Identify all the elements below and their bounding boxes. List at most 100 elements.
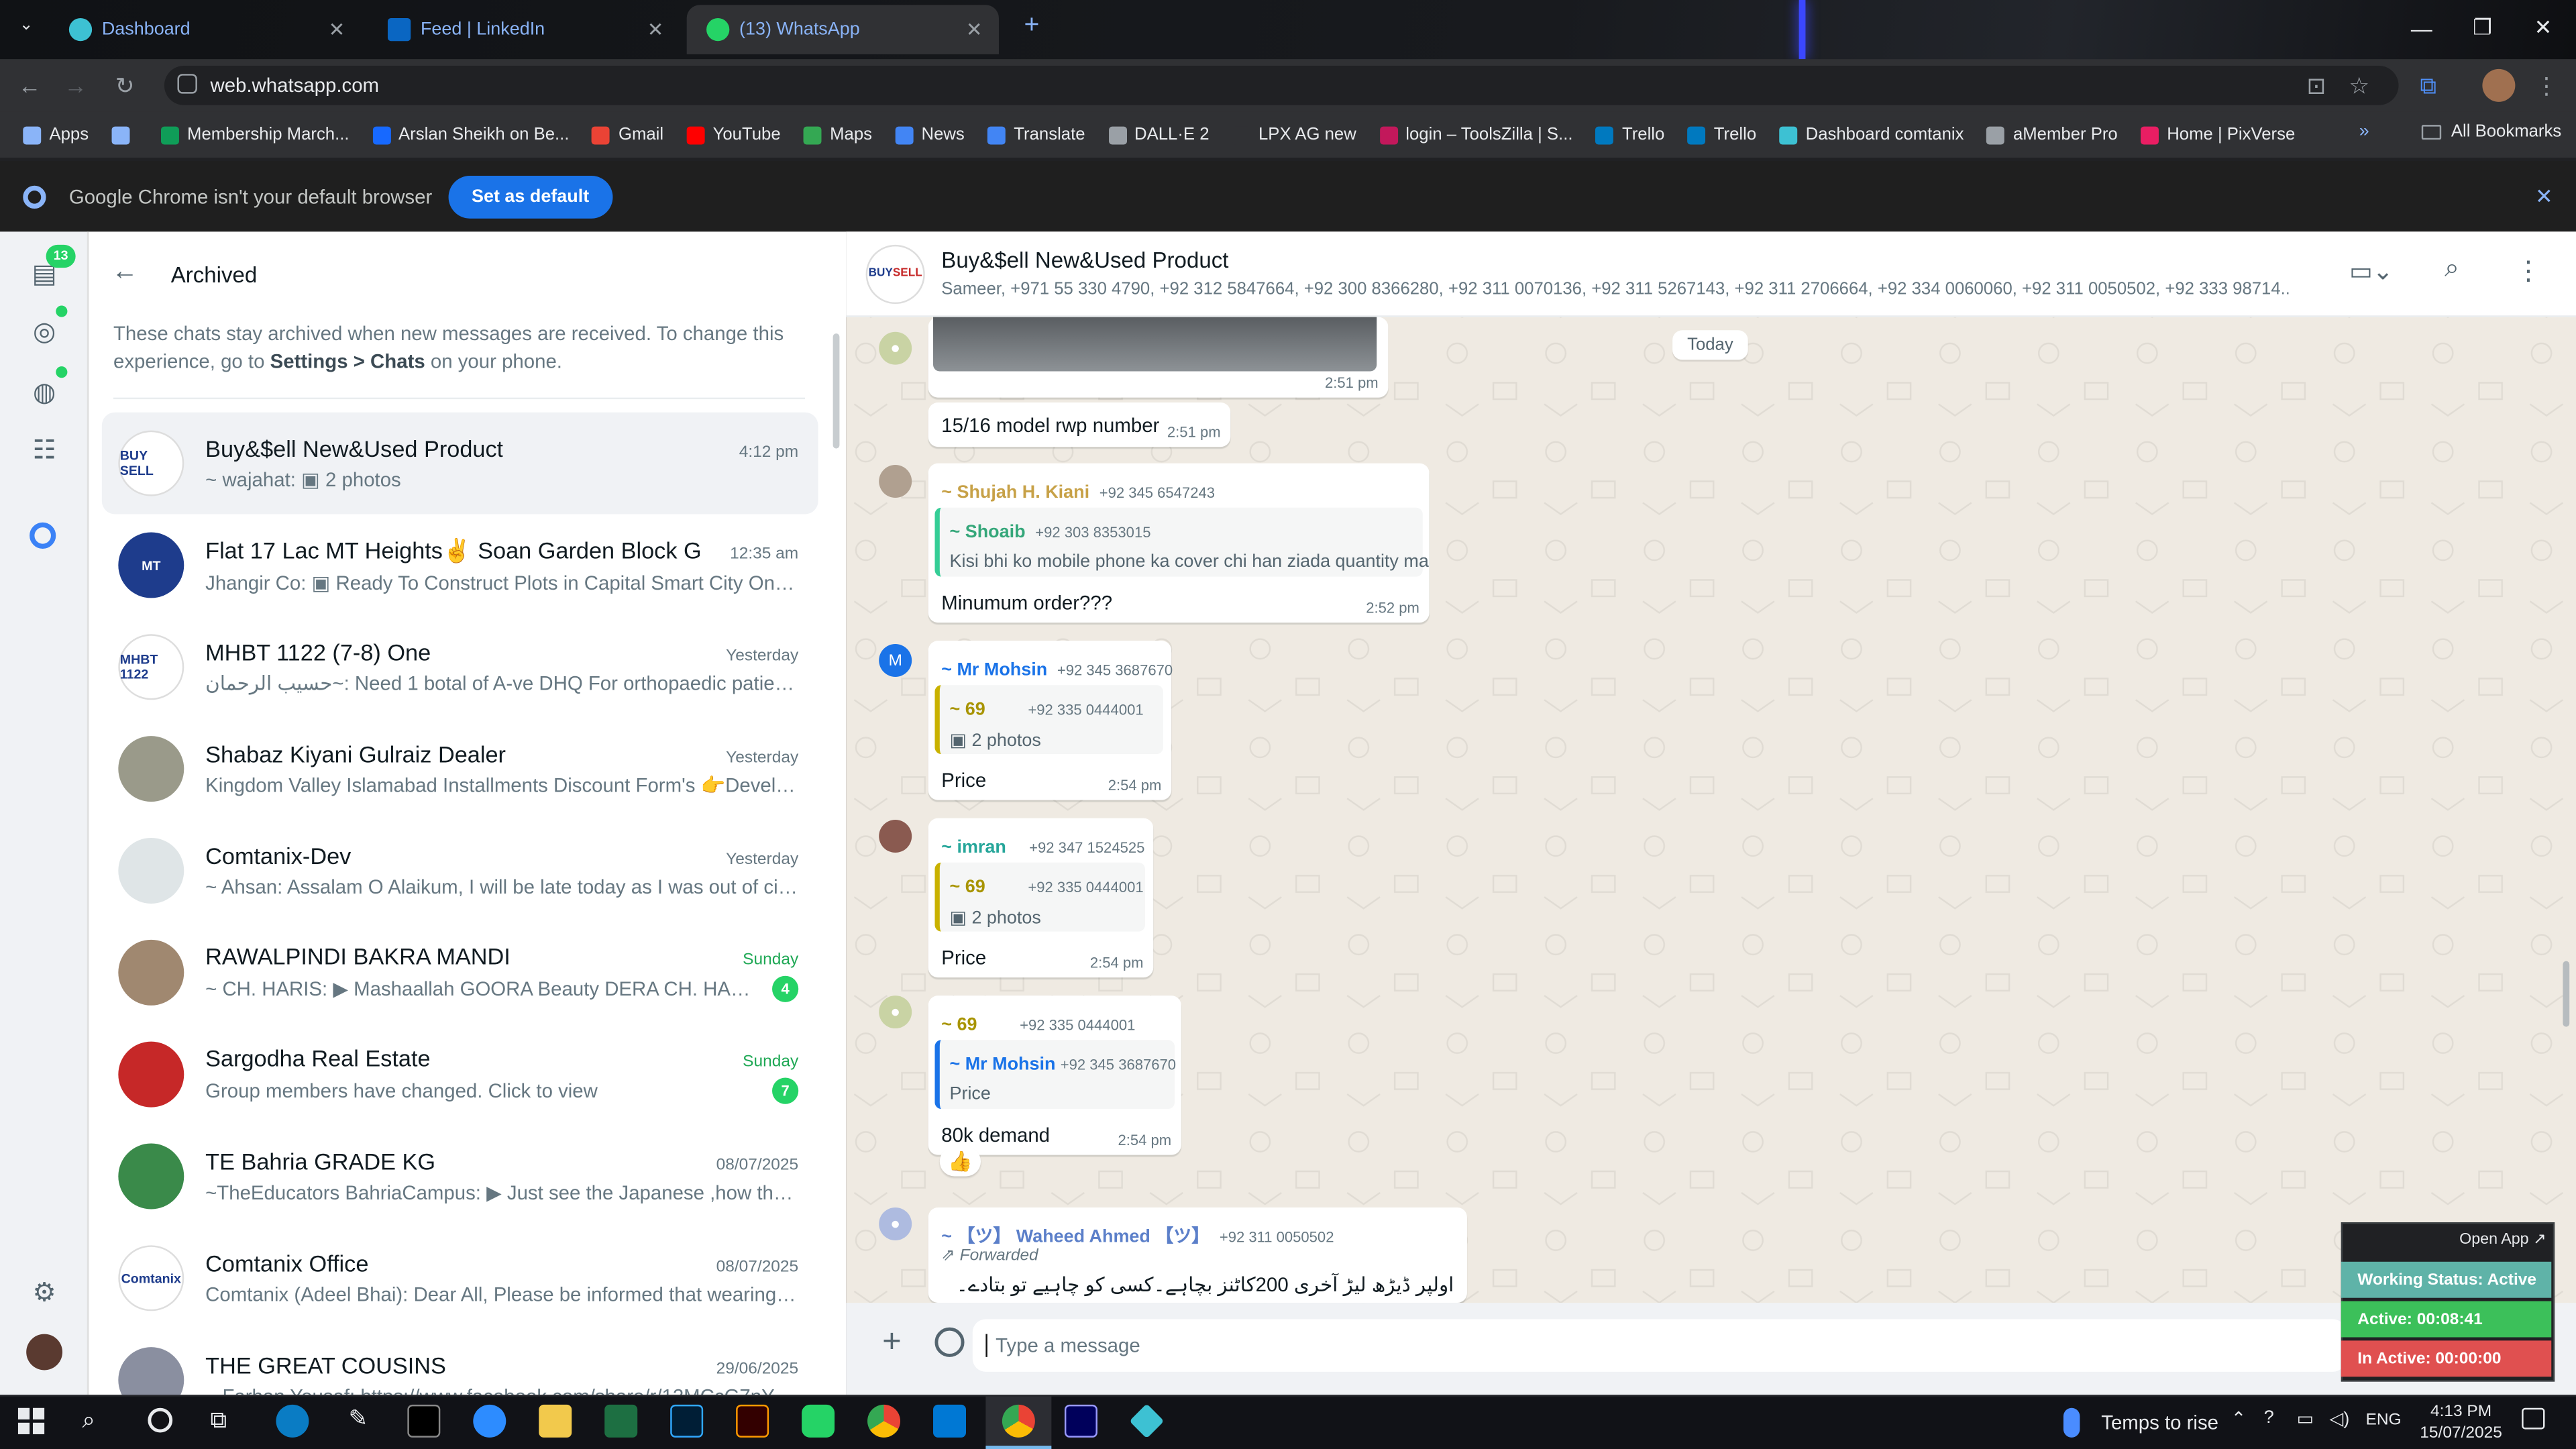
clock[interactable]: 4:13 PM 15/07/2025 — [2415, 1401, 2507, 1444]
message-bubble[interactable]: ~ 69 +92 335 0444001 ~ Mr Mohsin +92 345 3… — [928, 996, 1181, 1155]
chrome-taskbar-icon[interactable] — [867, 1404, 901, 1438]
tab-dashboard[interactable]: Dashboard ✕ — [49, 5, 361, 54]
emoji-sticker-icon[interactable] — [934, 1327, 965, 1357]
message-bubble[interactable]: 15/16 model rwp number 2:51 pm — [928, 402, 1231, 447]
message-input[interactable]: Type a message — [972, 1319, 2347, 1372]
bookmark-item[interactable]: Apps — [23, 125, 89, 145]
close-tab-icon[interactable]: ✕ — [329, 18, 345, 41]
pen-icon[interactable]: ✎ — [341, 1405, 374, 1438]
bookmark-star-icon[interactable]: ☆ — [2343, 69, 2375, 102]
attach-plus-icon[interactable]: + — [882, 1324, 902, 1362]
chat-avatar[interactable]: BUY SELL — [118, 430, 184, 496]
chat-avatar[interactable] — [118, 837, 184, 904]
bookmark-item[interactable] — [111, 125, 138, 144]
chat-avatar[interactable]: MHBT 1122 — [118, 634, 184, 700]
chat-list-item[interactable]: RAWALPINDI BAKRA MANDI Sunday ~ CH. HARIS:… — [102, 922, 818, 1024]
vscode-icon[interactable] — [933, 1404, 967, 1438]
cortana-icon[interactable] — [148, 1407, 173, 1433]
reload-icon[interactable]: ↻ — [109, 69, 142, 102]
video-call-icon[interactable]: ▭⌄ — [2349, 256, 2394, 286]
sender-avatar[interactable]: ● — [879, 1208, 912, 1240]
chat-avatar[interactable] — [118, 1143, 184, 1210]
sender-avatar[interactable]: M — [879, 644, 912, 677]
tab-search-icon[interactable]: ⌄ — [10, 10, 43, 43]
open-app-button[interactable]: Open App ↗ — [2459, 1230, 2546, 1248]
set-default-button[interactable]: Set as default — [448, 174, 612, 218]
terminal-icon[interactable] — [407, 1404, 441, 1438]
chat-avatar[interactable] — [118, 1041, 184, 1108]
channels-icon[interactable]: ◍ — [26, 376, 62, 413]
chat-list-item[interactable]: Sargodha Real Estate Sunday Group members … — [102, 1024, 818, 1126]
close-tab-icon[interactable]: ✕ — [647, 18, 664, 41]
bookmark-item[interactable]: Dashboard comtanix — [1779, 125, 1964, 145]
volume-icon[interactable]: ◁) — [2330, 1408, 2350, 1429]
message-bubble[interactable]: 2:51 pm — [928, 317, 1389, 398]
photo-thumbnail[interactable] — [933, 317, 1377, 372]
chat-list-item[interactable]: TE Bahria GRADE KG 08/07/2025 ~TheEducator… — [102, 1126, 818, 1228]
bookmark-item[interactable]: DALL·E 2 — [1108, 125, 1210, 145]
chat-list-item[interactable]: BUY SELL Buy&$ell New&Used Product 4:12 pm… — [101, 412, 818, 515]
search-taskbar-icon[interactable]: ⌕ — [82, 1406, 95, 1434]
menu-icon[interactable]: ⋮ — [2530, 69, 2563, 102]
meta-ai-icon[interactable] — [30, 522, 56, 549]
chat-avatar[interactable] — [118, 1347, 184, 1395]
sender-avatar[interactable] — [879, 465, 912, 498]
scrollbar[interactable] — [833, 333, 840, 449]
file-explorer-icon[interactable] — [539, 1404, 572, 1438]
profile-avatar[interactable] — [2482, 68, 2516, 102]
profile-avatar[interactable] — [26, 1334, 63, 1371]
sender-avatar[interactable]: ● — [879, 996, 912, 1029]
search-icon[interactable]: ⌕ — [2445, 255, 2459, 284]
task-view-icon[interactable]: ⧉ — [210, 1406, 226, 1434]
network-icon[interactable]: ▭ — [2297, 1408, 2314, 1429]
forward-icon[interactable]: → — [59, 69, 92, 102]
tab-linkedin[interactable]: Feed | LinkedIn ✕ — [368, 5, 680, 54]
chrome-active-icon[interactable] — [1002, 1404, 1035, 1438]
bookmark-item[interactable]: Arslan Sheikh on Be... — [372, 125, 569, 145]
settings-icon[interactable]: ⚙ — [26, 1277, 62, 1313]
bookmark-item[interactable]: Trello — [1687, 125, 1756, 145]
chat-list-item[interactable]: Comtanix-Dev Yesterday ~ Ahsan: Assalam O … — [102, 820, 818, 922]
all-bookmarks-button[interactable]: All Bookmarks — [2421, 121, 2561, 142]
notifications-icon[interactable] — [2522, 1407, 2545, 1430]
quoted-message[interactable]: ~ Mr Mohsin +92 345 3687670 Price — [934, 1040, 1176, 1110]
bookmark-item[interactable]: Home | PixVerse — [2141, 125, 2295, 145]
communities-icon[interactable]: ☷ — [26, 434, 62, 470]
reaction[interactable]: 👍 — [939, 1146, 981, 1177]
status-icon[interactable]: ◎ — [26, 315, 62, 352]
restore-button[interactable]: ❐ — [2453, 0, 2512, 56]
message-bubble[interactable]: ~ Mr Mohsin +92 345 3687670 ~ 69 +92 335 0… — [928, 641, 1173, 800]
chat-avatar[interactable]: Comtanix — [118, 1245, 184, 1311]
quoted-message[interactable]: ~ Shoaib +92 303 8353015 Kisi bhi ko mobi… — [934, 507, 1429, 577]
group-avatar[interactable]: BUY SELL — [865, 244, 925, 305]
bookmark-item[interactable]: aMember Pro — [1986, 125, 2118, 145]
start-icon[interactable] — [17, 1407, 45, 1434]
bookmark-item[interactable]: YouTube — [686, 125, 781, 145]
quoted-message[interactable]: ~ 69 +92 335 0444001 ▣ 2 photos — [934, 862, 1145, 932]
chat-list-item[interactable]: Comtanix Comtanix Office 08/07/2025 Comtani… — [102, 1227, 818, 1329]
bookmark-item[interactable]: News — [895, 125, 965, 145]
group-members[interactable]: Sameer, +971 55 330 4790, +92 312 584766… — [941, 279, 2288, 299]
bookmark-item[interactable]: Maps — [803, 125, 872, 145]
sender-avatar[interactable] — [879, 820, 912, 853]
bookmark-item[interactable]: Trello — [1595, 125, 1664, 145]
tray-overflow-icon[interactable]: ⌃ — [2231, 1408, 2247, 1429]
close-window-button[interactable]: ✕ — [2514, 0, 2573, 56]
message-bubble[interactable]: ~ imran +92 347 1524525 ~ 69 +92 335 04440… — [928, 818, 1154, 978]
install-app-icon[interactable]: ⊡ — [2300, 69, 2333, 102]
more-options-icon[interactable]: ⋮ — [2515, 255, 2541, 288]
zoom-icon[interactable] — [473, 1404, 506, 1438]
chat-list-item[interactable]: MT Flat 17 Lac MT Heights✌️ Soan Garden B… — [102, 515, 818, 616]
premiere-icon[interactable] — [1064, 1404, 1097, 1438]
sender-avatar[interactable]: ● — [879, 331, 912, 365]
help-icon[interactable]: ? — [2264, 1408, 2274, 1428]
chat-list-item[interactable]: Shabaz Kiyani Gulraiz Dealer Yesterday Kin… — [102, 718, 818, 820]
group-title[interactable]: Buy&$ell New&Used Product — [941, 248, 1228, 273]
chat-list-item[interactable]: THE GREAT COUSINS 29/06/2025 ~ Farhan Yous… — [102, 1329, 818, 1395]
photoshop-icon[interactable] — [670, 1404, 704, 1438]
chat-avatar[interactable] — [118, 939, 184, 1006]
site-info-icon[interactable] — [177, 74, 197, 94]
extensions-icon[interactable]: ⧉ — [2412, 69, 2445, 102]
language-indicator[interactable]: ENG — [2366, 1411, 2402, 1430]
close-tab-icon[interactable]: ✕ — [966, 18, 983, 41]
